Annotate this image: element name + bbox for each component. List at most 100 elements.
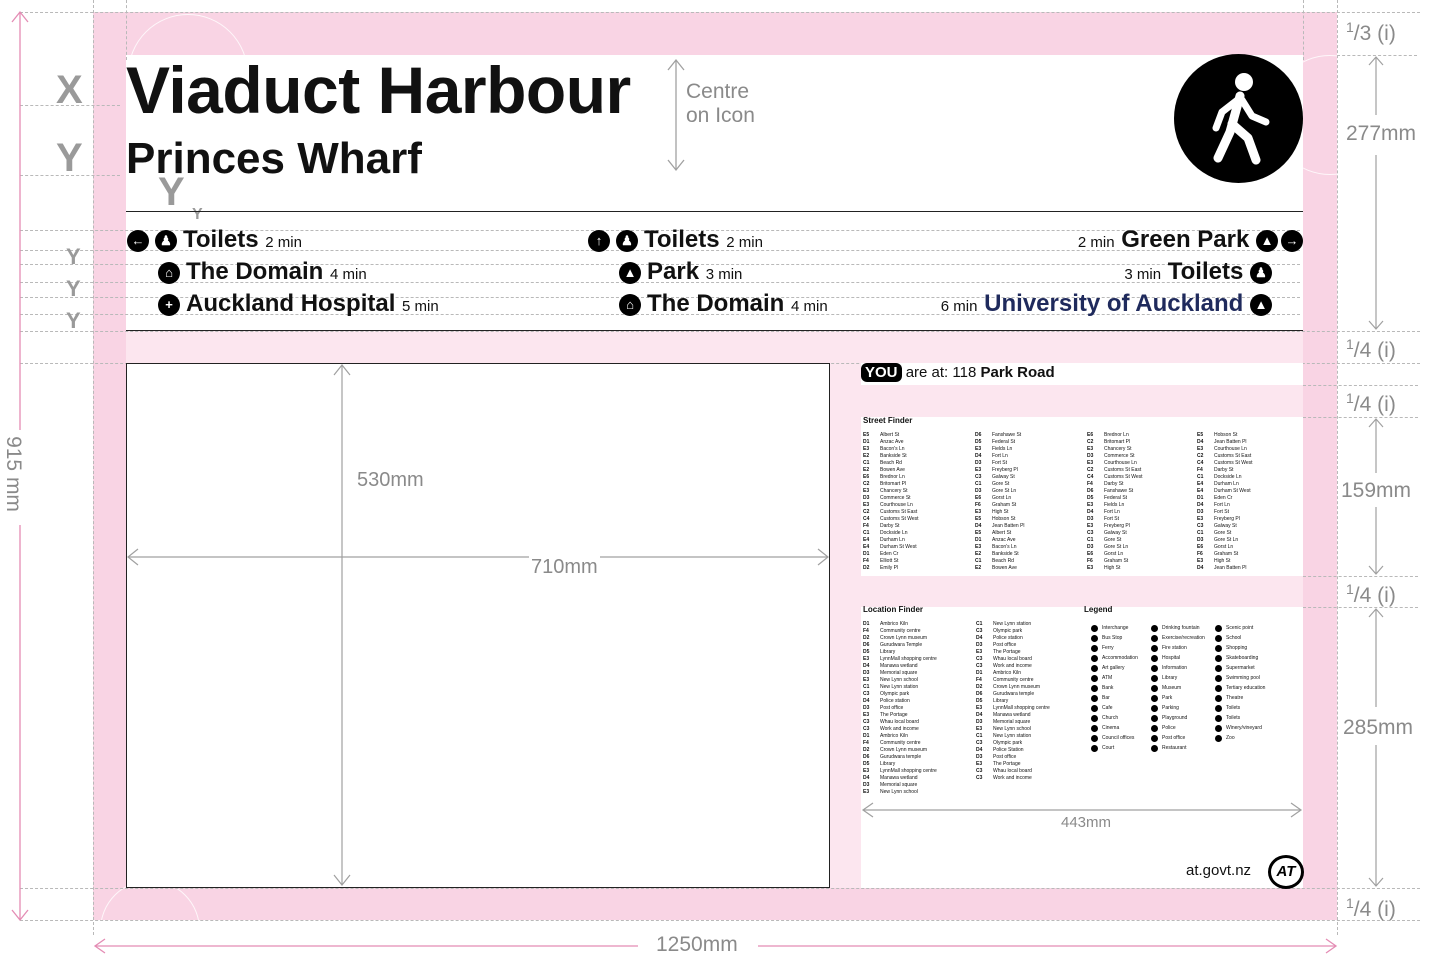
grid-ref: E3 [1087,502,1094,508]
grid-ref: C1 [1087,537,1094,543]
legend-symbol-icon [1215,674,1222,682]
legend-entry: Parking [1151,703,1205,713]
location-name: New Lynn station [993,621,1032,627]
location-name: Police Station [993,747,1024,753]
guide-line [1303,385,1418,386]
grid-ref: C2 [863,481,870,487]
street-name: Galway St [1214,523,1237,529]
grid-ref: E5 [975,516,982,522]
legend-symbol-icon [1091,654,1098,662]
street-finder-entry: D3 Fort St [1197,509,1302,516]
legend-entry: Accommodation [1091,653,1138,663]
grid-ref: D4 [975,453,982,459]
location-finder-column: D1 Ambrico Kiln F4 Community centre D2 Crown … [863,621,968,796]
legend-entry: Post office [1151,733,1205,743]
legend-entry: Information [1151,663,1205,673]
street-name: Fort St [992,460,1008,466]
map-dimension-arrows [127,364,829,886]
street-name: Gore St Ln [1104,544,1129,550]
location-name: Community centre [993,677,1034,683]
location-name: Library [880,761,896,767]
legend-entry: Swimming pool [1215,673,1265,683]
guide-line [1337,0,1338,935]
location-name: Whau local board [993,768,1032,774]
street-name: Anzac Ave [880,439,904,445]
legend-label: Accommodation [1102,654,1138,661]
legend-symbol-icon [1091,694,1098,702]
street-name: Darby St [1214,467,1234,473]
grid-ref: E3 [975,446,982,452]
grid-ref: E3 [975,509,982,515]
legend-label: Theatre [1226,694,1244,701]
street-finder-entry: E3 High St [1087,565,1192,572]
legend-label: Court [1102,744,1115,751]
grid-ref: C2 [1087,467,1094,473]
destination-name: Park [647,258,700,285]
location-finder-entry: C1 New Lynn station [863,684,968,691]
location-finder-entry: D1 Ambrico Kiln [976,670,1081,677]
toilets-icon: ♟ [616,229,638,252]
location-finder-entry: C3 Olympic park [976,740,1081,747]
street-finder-entry: F4 Darby St [1197,467,1302,474]
legend-entry: Council offices [1091,733,1138,743]
guide-line [126,0,127,60]
grid-ref: E3 [975,544,982,550]
grid-ref: D3 [1197,509,1204,515]
street-name: Galway St [1104,530,1127,536]
location-finder-entry: D2 Crown Lynn museum [976,684,1081,691]
grid-ref: E3 [1197,446,1204,452]
legend-entry: Restaurant [1151,743,1205,753]
legend-symbol-icon [1151,674,1158,682]
legend-symbol-icon [1151,624,1158,632]
legend-entry: Tertiary education [1215,683,1265,693]
legend-symbol-icon [1215,734,1222,742]
map-height-label: 530mm [357,469,424,491]
street-finder-entry: D3 Fort St [975,460,1080,467]
fraction-label: 1/4 (i) [1346,581,1396,607]
street-finder-entry: D2 Emily Pl [863,565,968,572]
footer-url: at.govt.nz [1186,862,1252,879]
street-finder-entry: C4 Customs St West [1197,460,1302,467]
location-name: The Portage [880,712,908,718]
grid-ref: C3 [976,628,983,634]
grid-ref: D6 [863,754,870,760]
street-name: Courthouse Ln [880,502,913,508]
wayfinding-left-row-1: ← ♟ Toilets 2 min [127,226,302,254]
street-name: Fort Ln [1104,509,1120,515]
grid-ref: F4 [1087,481,1093,487]
street-finder-entry: D4 Jean Batten Pl [1197,565,1302,572]
street-finder-entry: E3 Bacon's Ln [975,544,1080,551]
grid-ref: E3 [1197,558,1204,564]
legend-entry: Hospital [1151,653,1205,663]
street-name: Hobson St [1214,432,1238,438]
destination-name: Toilets [183,226,259,253]
street-finder-entry: C2 Customs St East [1197,453,1302,460]
location-finder-entry: D3 Post office [976,642,1081,649]
legend-symbol-icon [1091,634,1098,642]
street-name: Graham St [1214,551,1239,557]
legend-label: Post office [1162,734,1186,741]
guide-line [1303,576,1418,577]
location-name: Post office [993,642,1017,648]
grid-ref: E5 [1197,432,1204,438]
location-name: New Lynn school [880,677,918,683]
street-name: Durham Ln [880,537,905,543]
street-name: High St [1214,558,1231,564]
arrow-right-icon: → [1281,229,1303,252]
location-name: Community centre [880,740,921,746]
legend-label: Hospital [1162,654,1181,661]
grid-ref: C1 [863,460,870,466]
mid-guide-band [126,331,1303,363]
legend-column: Scenic point School Shopping Skateboarding S… [1215,623,1265,743]
grid-ref: D3 [976,642,983,648]
location-finder-entry: C3 Work and income [976,775,1081,782]
street-name: Galway St [992,474,1015,480]
walk-time: 6 min [940,298,978,315]
street-name: Albert St [992,530,1012,536]
street-name: Jean Batten Pl [1214,565,1247,571]
grid-ref: E3 [863,789,870,795]
location-name: Ambrico Kiln [993,670,1022,676]
grid-ref: C3 [975,474,982,480]
street-finder-entry: C2 Customs St East [1087,467,1192,474]
toilets-icon: ♟ [155,229,177,252]
